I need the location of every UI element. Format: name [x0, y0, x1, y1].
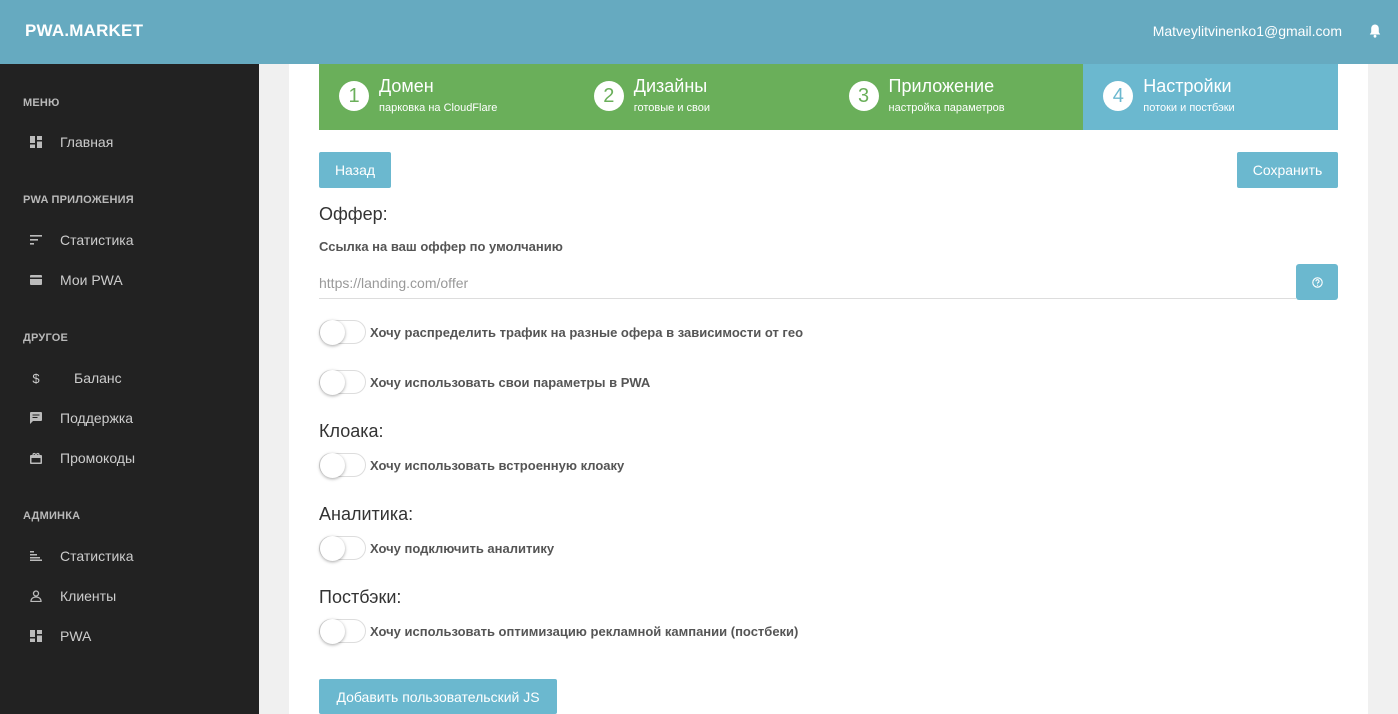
- toggle-row-analytics: Хочу подключить аналитику: [319, 535, 554, 561]
- sidebar-section-pwa-apps: PWA Приложения: [23, 194, 134, 206]
- dollar-icon: $: [32, 370, 40, 386]
- sidebar-item-label: Статистика: [60, 548, 134, 564]
- back-button[interactable]: Назад: [319, 152, 391, 188]
- step-settings[interactable]: 4 Настройки потоки и постбэки: [1083, 64, 1338, 130]
- sidebar-item-promocodes[interactable]: Промокоды: [0, 443, 259, 473]
- sidebar-item-admin-stats[interactable]: Статистика: [0, 541, 259, 571]
- sidebar-item-label: Клиенты: [60, 588, 117, 604]
- postbacks-toggle[interactable]: [319, 619, 366, 644]
- step-title: Домен: [379, 76, 434, 96]
- geo-distribution-toggle[interactable]: [319, 320, 366, 345]
- custom-params-toggle[interactable]: [319, 370, 366, 395]
- sidebar-section-other: Другое: [23, 332, 69, 344]
- toggle-row-params: Хочу использовать свои параметры в PWA: [319, 369, 650, 395]
- sidebar-item-clients[interactable]: Клиенты: [0, 581, 259, 611]
- sidebar-item-label: PWA: [60, 628, 92, 644]
- sidebar-item-home[interactable]: Главная: [0, 127, 259, 157]
- postbacks-section-title: Постбэки:: [319, 587, 402, 607]
- toggle-row-geo: Хочу распределить трафик на разные офера…: [319, 319, 803, 345]
- dashboard-icon: [29, 629, 43, 643]
- help-button[interactable]: [1296, 264, 1338, 300]
- step-title: Настройки: [1143, 76, 1232, 96]
- sidebar-item-label: Поддержка: [60, 410, 134, 426]
- step-domain[interactable]: 1 Домен парковка на CloudFlare: [319, 64, 574, 130]
- step-subtitle: парковка на CloudFlare: [379, 102, 498, 114]
- chat-icon: [29, 411, 43, 425]
- offer-section-title: Оффер:: [319, 204, 388, 224]
- sort-icon: [29, 233, 43, 247]
- sidebar-section-admin: Админка: [23, 510, 81, 522]
- sidebar-item-balance[interactable]: $ Баланс: [0, 363, 259, 393]
- cloaka-section-title: Клоака:: [319, 421, 384, 441]
- gift-icon: [29, 451, 43, 465]
- analytics-section-title: Аналитика:: [319, 504, 414, 524]
- sidebar-item-label: Статистика: [60, 232, 134, 248]
- step-number: 1: [339, 81, 369, 111]
- analytics-toggle[interactable]: [319, 536, 366, 561]
- step-designs[interactable]: 2 Дизайны готовые и свои: [573, 64, 829, 130]
- toggle-knob: [320, 370, 345, 395]
- toggle-label: Хочу использовать встроенную клоаку: [370, 457, 625, 473]
- offer-link-label: Ссылка на ваш оффер по умолчанию: [319, 239, 563, 254]
- card-icon: [29, 273, 43, 287]
- step-number: 2: [593, 81, 624, 111]
- bell-icon[interactable]: [1369, 24, 1381, 38]
- step-number: 4: [1103, 81, 1134, 111]
- wizard-stepper: 1 Домен парковка на CloudFlare 2 Дизайны…: [319, 64, 1338, 130]
- sidebar-item-label: Главная: [60, 134, 114, 150]
- step-title: Дизайны: [633, 76, 708, 96]
- sidebar-section-menu: Меню: [23, 97, 60, 109]
- toggle-row-cloaka: Хочу использовать встроенную клоаку: [319, 452, 624, 478]
- toggle-label: Хочу использовать свои параметры в PWA: [370, 374, 651, 390]
- toggle-row-postbacks: Хочу использовать оптимизацию рекламной …: [319, 618, 798, 644]
- step-subtitle: готовые и свои: [633, 102, 711, 114]
- step-subtitle: потоки и постбэки: [1143, 102, 1235, 114]
- toggle-label: Хочу использовать оптимизацию рекламной …: [370, 623, 799, 639]
- top-bar: PWA.MARKET Matveylitvinenko1@gmail.com: [0, 0, 1398, 64]
- person-icon: [29, 589, 43, 603]
- toggle-knob: [320, 320, 345, 345]
- sidebar-item-pwa[interactable]: PWA: [0, 621, 259, 651]
- toggle-label: Хочу подключить аналитику: [370, 540, 555, 556]
- sidebar: Меню Главная PWA Приложения Статистика М…: [0, 64, 259, 714]
- toggle-knob: [320, 536, 345, 561]
- sidebar-item-label: Баланс: [74, 370, 122, 386]
- step-number: 3: [848, 81, 879, 111]
- main-content: 1 Домен парковка на CloudFlare 2 Дизайны…: [289, 64, 1368, 714]
- bars-icon: [29, 549, 43, 563]
- sidebar-item-support[interactable]: Поддержка: [0, 403, 259, 433]
- user-email[interactable]: Matveylitvinenko1@gmail.com: [1153, 23, 1342, 39]
- brand-logo[interactable]: PWA.MARKET: [25, 21, 143, 41]
- step-subtitle: настройка параметров: [888, 102, 1005, 114]
- sidebar-item-label: Мои PWA: [60, 272, 123, 288]
- dashboard-icon: [29, 135, 43, 149]
- toggle-label: Хочу распределить трафик на разные офера…: [370, 324, 804, 340]
- sidebar-item-label: Промокоды: [60, 450, 136, 466]
- offer-url-input[interactable]: [319, 267, 1296, 299]
- help-icon: [1311, 276, 1323, 288]
- save-button[interactable]: Сохранить: [1237, 152, 1338, 188]
- cloaka-toggle[interactable]: [319, 453, 366, 478]
- sidebar-item-my-pwa[interactable]: Мои PWA: [0, 265, 259, 295]
- toggle-knob: [320, 453, 345, 478]
- toggle-knob: [320, 619, 345, 644]
- step-title: Приложение: [888, 76, 995, 96]
- add-custom-js-button[interactable]: Добавить пользовательский JS: [319, 679, 557, 714]
- sidebar-item-stats[interactable]: Статистика: [0, 225, 259, 255]
- step-application[interactable]: 3 Приложение настройка параметров: [828, 64, 1084, 130]
